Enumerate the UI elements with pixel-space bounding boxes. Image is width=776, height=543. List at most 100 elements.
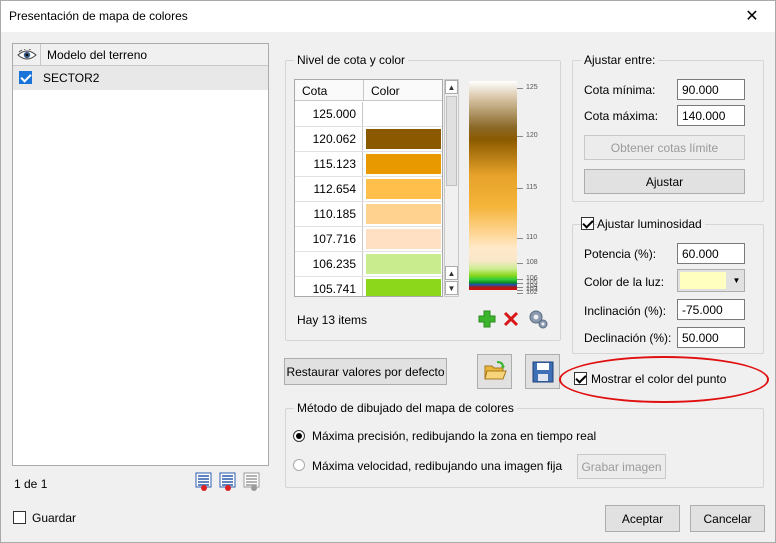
window-title: Presentación de mapa de colores bbox=[9, 9, 188, 23]
cancelar-button[interactable]: Cancelar bbox=[690, 505, 765, 532]
table-row[interactable]: 106.235 bbox=[295, 252, 442, 277]
gear-icon[interactable] bbox=[527, 308, 549, 330]
cota-value[interactable]: 106.235 bbox=[295, 252, 363, 276]
color-swatch[interactable] bbox=[366, 279, 441, 296]
declinacion-input[interactable]: 50.000 bbox=[677, 327, 745, 348]
inclinacion-input[interactable]: -75.000 bbox=[677, 299, 745, 320]
table-row[interactable]: 120.062 bbox=[295, 127, 442, 152]
cota-value[interactable]: 112.654 bbox=[295, 177, 363, 201]
item-label: SECTOR2 bbox=[43, 71, 100, 85]
mostrar-color-checkbox[interactable] bbox=[574, 372, 587, 385]
list-options-icon[interactable] bbox=[243, 472, 261, 492]
metodo-group: Método de dibujado del mapa de colores bbox=[285, 401, 764, 488]
cota-maxima-input[interactable]: 140.000 bbox=[677, 105, 745, 126]
items-count: Hay 13 items bbox=[297, 313, 368, 327]
scroll-up-icon[interactable]: ▲ bbox=[445, 266, 458, 280]
table-row[interactable]: 105.741 bbox=[295, 277, 442, 296]
scale-tick bbox=[517, 279, 523, 280]
title-bar: Presentación de mapa de colores ✕ bbox=[1, 1, 775, 32]
table-row[interactable]: 125.000 bbox=[295, 102, 442, 127]
guardar-checkbox[interactable] bbox=[13, 511, 26, 524]
x-icon[interactable] bbox=[502, 310, 520, 328]
nivel-cota-title: Nivel de cota y color bbox=[294, 53, 409, 67]
potencia-label: Potencia (%): bbox=[584, 247, 657, 261]
eye-icon[interactable] bbox=[13, 44, 41, 65]
cota-value[interactable]: 115.123 bbox=[295, 152, 363, 176]
item-checkbox[interactable] bbox=[19, 71, 32, 84]
table-row[interactable]: 110.185 bbox=[295, 202, 442, 227]
cota-minima-input[interactable]: 90.000 bbox=[677, 79, 745, 100]
aceptar-button[interactable]: Aceptar bbox=[605, 505, 680, 532]
table-scrollbar[interactable]: ▲ ▲ ▼ bbox=[444, 79, 459, 297]
obtener-cotas-button[interactable]: Obtener cotas límite bbox=[584, 135, 745, 160]
color-luz-picker[interactable]: ▼ bbox=[677, 269, 745, 292]
cota-value[interactable]: 105.741 bbox=[295, 277, 363, 296]
restaurar-button[interactable]: Restaurar valores por defecto bbox=[284, 358, 447, 385]
column-cota[interactable]: Cota bbox=[302, 84, 327, 98]
plus-icon[interactable] bbox=[478, 310, 496, 328]
cota-value[interactable]: 110.185 bbox=[295, 202, 363, 226]
color-swatch[interactable] bbox=[366, 229, 441, 249]
inclinacion-label: Inclinación (%): bbox=[584, 304, 667, 318]
list-add-icon[interactable] bbox=[195, 472, 213, 492]
color-luz-label: Color de la luz: bbox=[584, 275, 665, 289]
color-swatch[interactable] bbox=[366, 204, 441, 224]
scroll-down-icon[interactable]: ▼ bbox=[445, 281, 458, 295]
scroll-thumb[interactable] bbox=[446, 96, 457, 186]
column-color[interactable]: Color bbox=[371, 84, 400, 98]
dialog-window: Presentación de mapa de colores ✕ Modelo… bbox=[0, 0, 776, 543]
close-icon[interactable]: ✕ bbox=[729, 1, 775, 31]
luminosidad-title: Ajustar luminosidad bbox=[597, 217, 705, 231]
list-remove-icon[interactable] bbox=[219, 472, 237, 492]
metodo-title: Método de dibujado del mapa de colores bbox=[294, 401, 517, 415]
scroll-up-icon[interactable]: ▲ bbox=[445, 80, 458, 94]
table-row[interactable]: 107.716 bbox=[295, 227, 442, 252]
scale-tick bbox=[517, 293, 523, 294]
radio-precision[interactable] bbox=[293, 430, 305, 442]
color-swatch[interactable] bbox=[366, 254, 441, 274]
luminosidad-checkbox[interactable] bbox=[581, 217, 594, 230]
cota-value[interactable]: 107.716 bbox=[295, 227, 363, 251]
declinacion-label: Declinación (%): bbox=[584, 331, 672, 345]
scale-tick bbox=[517, 283, 523, 284]
color-scale-bar bbox=[469, 81, 517, 290]
potencia-input[interactable]: 60.000 bbox=[677, 243, 745, 264]
color-luz-swatch bbox=[680, 272, 726, 289]
color-swatch[interactable] bbox=[366, 104, 441, 124]
scale-tick bbox=[517, 290, 523, 291]
scale-tick-label: 102 bbox=[526, 289, 538, 296]
column-modelo-terreno[interactable]: Modelo del terreno bbox=[47, 48, 147, 62]
cota-value[interactable]: 120.062 bbox=[295, 127, 363, 151]
color-swatch[interactable] bbox=[366, 154, 441, 174]
list-item[interactable]: SECTOR2 bbox=[13, 66, 268, 90]
grabar-imagen-button[interactable]: Grabar imagen bbox=[577, 454, 666, 479]
radio-precision-label: Máxima precisión, redibujando la zona en… bbox=[312, 429, 597, 443]
ajustar-entre-title: Ajustar entre: bbox=[581, 53, 659, 67]
radio-velocidad-label: Máxima velocidad, redibujando una imagen… bbox=[312, 459, 563, 473]
color-swatch[interactable] bbox=[366, 129, 441, 149]
pager-text: 1 de 1 bbox=[14, 477, 48, 491]
scale-tick bbox=[517, 263, 523, 264]
scale-tick bbox=[517, 287, 523, 288]
chevron-down-icon[interactable]: ▼ bbox=[730, 272, 743, 289]
scale-tick-label: 108 bbox=[526, 259, 538, 266]
scale-tick-label: 115 bbox=[526, 184, 538, 191]
color-swatch[interactable] bbox=[366, 179, 441, 199]
cota-value[interactable]: 125.000 bbox=[295, 102, 363, 126]
floppy-icon[interactable] bbox=[525, 354, 560, 389]
scale-tick bbox=[517, 88, 523, 89]
scale-tick-label: 125 bbox=[526, 84, 538, 91]
table-row[interactable]: 112.654 bbox=[295, 177, 442, 202]
radio-velocidad[interactable] bbox=[293, 459, 305, 471]
scale-tick bbox=[517, 238, 523, 239]
table-row[interactable]: 115.123 bbox=[295, 152, 442, 177]
cota-color-table[interactable]: Cota Color 125.000 120.062 115.123 112.654 1… bbox=[294, 79, 443, 297]
scale-tick bbox=[517, 136, 523, 137]
table-header: Cota Color bbox=[295, 80, 442, 101]
folder-open-icon[interactable] bbox=[477, 354, 512, 389]
scale-tick bbox=[517, 188, 523, 189]
cota-maxima-label: Cota máxima: bbox=[584, 109, 659, 123]
terrain-list[interactable]: Modelo del terreno SECTOR2 bbox=[12, 43, 269, 466]
guardar-label: Guardar bbox=[32, 511, 77, 525]
ajustar-button[interactable]: Ajustar bbox=[584, 169, 745, 194]
